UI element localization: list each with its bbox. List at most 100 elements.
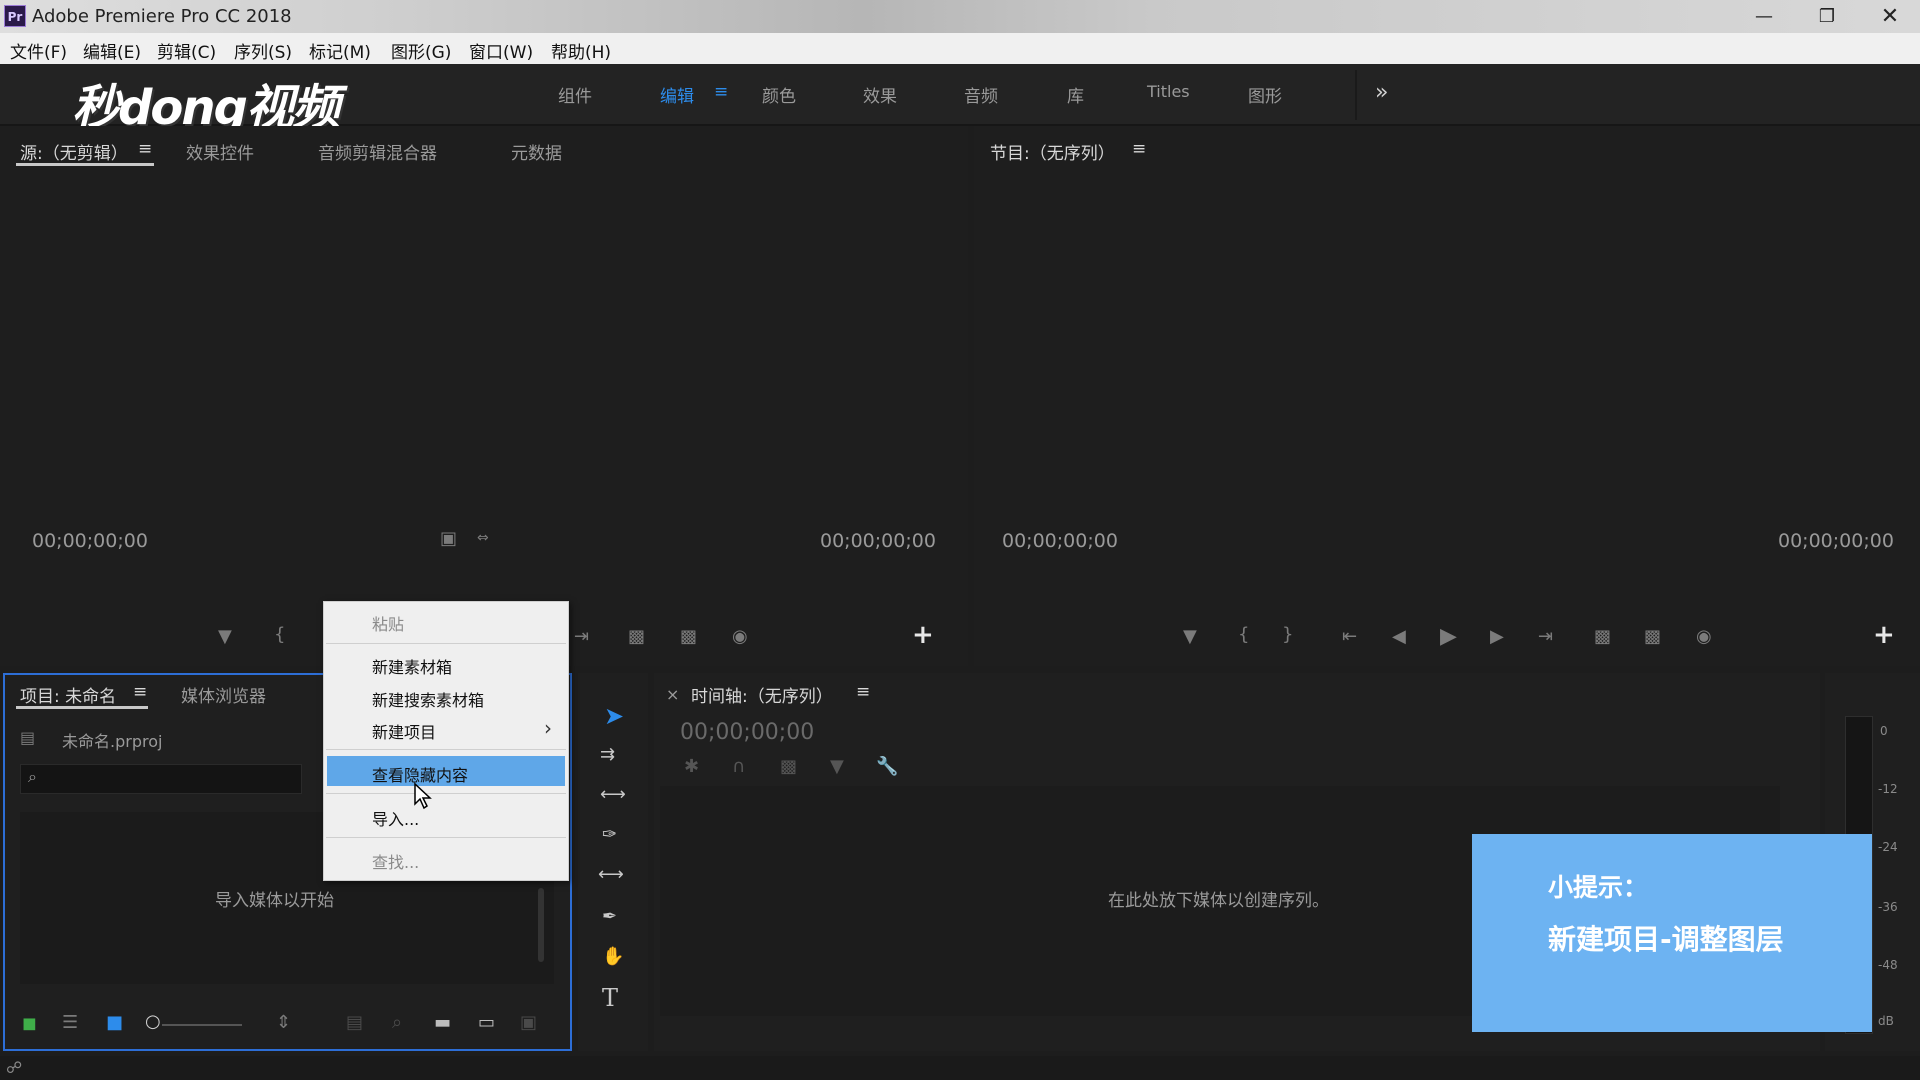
db-tick: -24 (1878, 840, 1898, 854)
window-title: Adobe Premiere Pro CC 2018 (32, 6, 292, 27)
type-tool-icon[interactable]: T (602, 984, 618, 1012)
timeline-close-icon[interactable]: × (666, 685, 679, 704)
menu-sequence[interactable]: 序列(S) (234, 38, 292, 63)
tab-source[interactable]: 源:（无剪辑） (20, 139, 128, 164)
camera-icon[interactable]: ◉ (732, 626, 748, 647)
context-menu-separator (326, 749, 566, 750)
export-frame-icon[interactable]: ▩ (680, 626, 697, 647)
source-menu-icon[interactable]: ≡ (138, 139, 152, 159)
zoom-slider-handle[interactable]: ○ (145, 1011, 161, 1032)
menu-marker[interactable]: 标记(M) (309, 38, 371, 63)
project-menu-icon[interactable]: ≡ (133, 682, 147, 702)
step-back-icon[interactable]: ◀ (1392, 626, 1406, 647)
timeline-timecode[interactable]: 00;00;00;00 (680, 720, 814, 745)
menu-edit[interactable]: 编辑(E) (83, 38, 141, 63)
play-icon[interactable]: ▶ (1440, 624, 1457, 649)
menu-graphics[interactable]: 图形(G) (391, 38, 451, 63)
program-mark-out-icon[interactable]: } (1282, 624, 1293, 645)
sort-icon[interactable]: ⇕ (276, 1012, 291, 1033)
workspace-menu-icon[interactable]: ≡ (714, 82, 728, 102)
icon-view-icon[interactable]: ■ (106, 1012, 123, 1033)
pen-tool-icon[interactable]: ✒ (602, 906, 617, 927)
mark-in-icon[interactable]: { (274, 624, 285, 645)
context-menu-new-bin[interactable]: 新建素材箱 (372, 654, 452, 678)
lift-icon[interactable]: ▩ (1594, 626, 1611, 647)
restore-icon[interactable]: ❐ (1797, 0, 1857, 33)
db-tick: -48 (1878, 958, 1898, 972)
workspace-tab-effects[interactable]: 效果 (863, 82, 897, 107)
timeline-title[interactable]: 时间轴:（无序列） (691, 682, 833, 707)
db-tick: 0 (1880, 724, 1888, 738)
add-marker-icon[interactable]: ▼ (218, 626, 232, 647)
drag-video-icon[interactable]: ⇔ (477, 530, 489, 546)
source-timecode-current[interactable]: 00;00;00;00 (32, 530, 148, 552)
find-icon: ⌕ (392, 1012, 403, 1033)
program-camera-icon[interactable]: ◉ (1696, 626, 1712, 647)
menu-window[interactable]: 窗口(W) (469, 38, 533, 63)
context-menu-find: 查找... (372, 853, 420, 872)
program-add-marker-icon[interactable]: ▼ (1183, 626, 1197, 647)
tab-media-browser[interactable]: 媒体浏览器 (181, 682, 266, 707)
workspace-tab-graphics[interactable]: 图形 (1248, 82, 1282, 107)
workspace-tab-libraries[interactable]: 库 (1067, 82, 1084, 107)
project-scrollbar[interactable] (538, 888, 544, 962)
nest-icon[interactable]: ✱ (684, 756, 699, 777)
selection-tool-icon[interactable]: ➤ (604, 702, 624, 730)
source-add-button[interactable]: + (912, 620, 934, 650)
program-monitor-panel (974, 126, 1920, 666)
program-mark-in-icon[interactable]: { (1238, 624, 1249, 645)
context-menu-new-item[interactable]: 新建项目 (372, 719, 436, 743)
extract-icon[interactable]: ▩ (1644, 626, 1661, 647)
new-bin-icon[interactable]: ▬ (434, 1012, 451, 1033)
project-file-name: 未命名.prproj (62, 732, 163, 751)
minimize-icon[interactable]: — (1734, 0, 1794, 33)
zoom-level-icon[interactable]: ▣ (440, 528, 457, 549)
zoom-slider-track[interactable] (162, 1024, 242, 1026)
snap-icon[interactable]: ∩ (732, 756, 745, 777)
lock-icon[interactable]: ◼ (22, 1013, 37, 1034)
list-view-icon[interactable]: ☰ (62, 1012, 78, 1033)
timeline-marker-icon[interactable]: ▼ (830, 756, 844, 777)
timeline-menu-icon[interactable]: ≡ (856, 682, 870, 702)
menu-file[interactable]: 文件(F) (10, 38, 67, 63)
project-empty-text: 导入媒体以开始 (215, 891, 334, 911)
db-tick: -36 (1878, 900, 1898, 914)
tab-project[interactable]: 项目: 未命名 (20, 682, 116, 707)
program-timecode-current[interactable]: 00;00;00;00 (1002, 530, 1118, 552)
go-to-in-icon[interactable]: ⇤ (1342, 626, 1357, 647)
wrench-icon[interactable]: 🔧 (876, 756, 898, 777)
linked-selection-icon[interactable]: ▩ (780, 756, 797, 777)
workspace-tab-color[interactable]: 颜色 (762, 82, 796, 107)
go-to-out-icon[interactable]: ⇥ (1538, 626, 1553, 647)
context-menu-new-search-bin[interactable]: 新建搜索素材箱 (372, 687, 484, 711)
source-timecode-duration: 00;00;00;00 (820, 530, 936, 552)
new-item-icon[interactable]: ▭ (478, 1012, 495, 1033)
program-menu-icon[interactable]: ≡ (1132, 139, 1146, 159)
overwrite-icon[interactable]: ⇥ (574, 626, 589, 647)
tab-metadata[interactable]: 元数据 (511, 139, 562, 164)
program-add-button[interactable]: + (1873, 620, 1895, 650)
menu-help[interactable]: 帮助(H) (551, 38, 611, 63)
workspace-more-icon[interactable]: » (1375, 80, 1388, 105)
slip-tool-icon[interactable]: ⟷ (598, 864, 624, 885)
close-icon[interactable]: ✕ (1860, 0, 1920, 33)
search-input[interactable] (20, 764, 302, 794)
workspace-tab-editing[interactable]: 编辑 (660, 82, 694, 107)
sync-icon[interactable]: ☍ (6, 1058, 22, 1077)
ripple-edit-tool-icon[interactable]: ⟷ (600, 784, 626, 805)
automate-icon: ▤ (346, 1012, 364, 1033)
step-forward-icon[interactable]: ▶ (1490, 626, 1504, 647)
program-title[interactable]: 节目:（无序列） (990, 139, 1115, 164)
hand-tool-icon[interactable]: ✋ (602, 946, 624, 967)
insert-icon[interactable]: ▩ (628, 626, 645, 647)
tip-heading: 小提示： (1548, 873, 1649, 902)
workspace-tab-audio[interactable]: 音频 (964, 82, 998, 107)
menu-clip[interactable]: 剪辑(C) (157, 38, 216, 63)
tab-audio-clip-mixer[interactable]: 音频剪辑混合器 (318, 139, 437, 164)
razor-tool-icon[interactable]: ✑ (602, 824, 617, 845)
tab-effect-controls[interactable]: 效果控件 (186, 139, 254, 164)
workspace-tab-assembly[interactable]: 组件 (558, 82, 592, 107)
workspace-tab-titles[interactable]: Titles (1147, 82, 1190, 101)
track-select-tool-icon[interactable]: ⇉ (600, 744, 615, 765)
submenu-arrow-icon: › (544, 716, 552, 740)
